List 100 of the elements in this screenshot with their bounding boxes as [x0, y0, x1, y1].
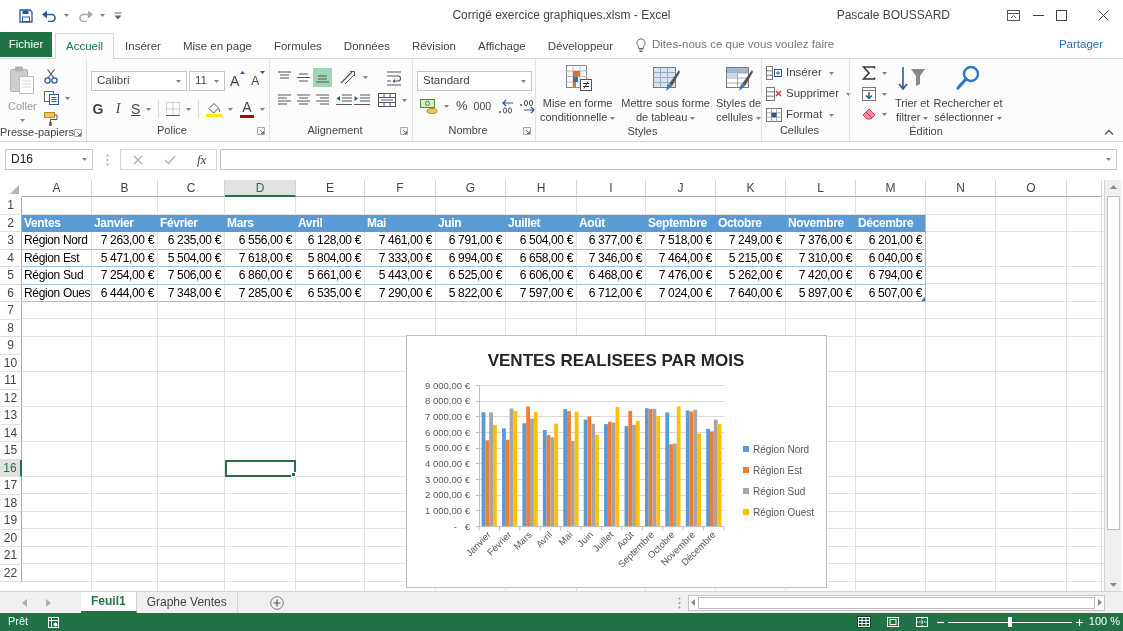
column-header[interactable]: L — [786, 180, 856, 197]
zoom-in-icon[interactable] — [1075, 618, 1083, 626]
collapse-ribbon-icon[interactable] — [1104, 129, 1114, 135]
font-color-button[interactable]: A — [240, 100, 254, 118]
font-name-field[interactable]: Calibri — [91, 71, 187, 91]
page-break-icon[interactable] — [914, 616, 929, 628]
ribbon-tab[interactable]: Mise en page — [171, 33, 263, 59]
launcher-icon[interactable] — [257, 127, 265, 135]
increase-indent-icon[interactable] — [353, 93, 371, 107]
row-header[interactable]: 15 — [0, 442, 22, 460]
caret-icon[interactable] — [186, 107, 192, 111]
merge-icon[interactable] — [378, 93, 396, 107]
name-box[interactable]: D16 — [5, 149, 93, 170]
column-header[interactable]: G — [436, 180, 506, 197]
column-header[interactable]: E — [296, 180, 365, 197]
borders-icon[interactable] — [166, 102, 181, 116]
ribbon-tab[interactable]: Affichage — [467, 33, 537, 59]
fill-down-icon[interactable] — [862, 87, 876, 101]
orientation-icon[interactable] — [339, 70, 357, 85]
column-header[interactable]: M — [856, 180, 926, 197]
wrap-text-icon[interactable] — [386, 69, 402, 86]
caret-icon[interactable] — [259, 107, 265, 111]
number-format-field[interactable]: Standard — [417, 71, 532, 91]
share-button[interactable]: Partager — [1058, 32, 1103, 57]
ribbon-tab[interactable]: Données — [332, 33, 401, 59]
customize-icon[interactable] — [114, 11, 122, 20]
grow-font-button[interactable]: A — [230, 71, 246, 91]
cut-icon[interactable] — [43, 69, 58, 84]
launcher-icon[interactable] — [74, 128, 82, 137]
column-header[interactable]: F — [365, 180, 436, 197]
add-sheet-icon[interactable] — [269, 595, 284, 610]
ribbon-tab[interactable]: Révision — [400, 33, 467, 59]
find-select-button[interactable]: Rechercher et sélectionner — [931, 61, 1005, 124]
accounting-icon[interactable] — [420, 98, 438, 114]
column-header[interactable]: I — [577, 180, 646, 197]
column-header[interactable]: N — [926, 180, 996, 197]
scroll-thumb[interactable] — [698, 596, 1095, 609]
sort-filter-button[interactable]: Trier et filtrer — [893, 61, 932, 124]
close-icon[interactable] — [1098, 10, 1109, 21]
tell-me-field[interactable]: Dites-nous ce que vous voulez faire — [652, 37, 867, 52]
delete-cells-button[interactable]: Supprimer — [766, 86, 849, 102]
caret-icon[interactable] — [1106, 158, 1111, 161]
shrink-font-button[interactable]: A — [251, 71, 266, 91]
up-arrow-icon[interactable] — [1109, 185, 1117, 189]
caret-icon[interactable] — [64, 96, 70, 100]
row-header[interactable]: 5 — [0, 267, 22, 285]
undo-icon[interactable] — [42, 9, 57, 22]
underline-button[interactable]: S — [131, 99, 141, 119]
row-header[interactable]: 19 — [0, 512, 22, 530]
row-header[interactable]: 3 — [0, 232, 22, 250]
vertical-scrollbar[interactable] — [1104, 180, 1121, 591]
right-arrow-icon[interactable] — [1098, 599, 1102, 606]
redo-icon[interactable] — [78, 9, 93, 22]
column-header[interactable]: H — [506, 180, 577, 197]
cell-cursor[interactable] — [225, 459, 296, 477]
align-left-icon[interactable] — [275, 93, 294, 107]
column-header[interactable]: O — [996, 180, 1067, 197]
brush-icon[interactable] — [43, 112, 58, 126]
fill-color-icon[interactable] — [206, 101, 223, 117]
column-header[interactable]: J — [646, 180, 716, 197]
normal-view-icon[interactable] — [856, 616, 871, 628]
ribbon-tab[interactable]: Formules — [262, 33, 333, 59]
scroll-thumb[interactable] — [1106, 196, 1120, 530]
caret-icon[interactable] — [363, 76, 368, 79]
caret-icon[interactable] — [444, 104, 449, 108]
insert-function-button[interactable]: fx — [197, 151, 207, 168]
font-size-field[interactable]: 11 — [189, 71, 225, 91]
column-header[interactable] — [1067, 180, 1102, 197]
sum-icon[interactable] — [862, 66, 876, 80]
column-header[interactable]: D — [225, 180, 296, 197]
align-center-icon[interactable] — [294, 93, 313, 107]
horizontal-scrollbar[interactable] — [688, 594, 1105, 611]
format-table-button[interactable]: Mettre sous forme de tableau — [619, 61, 712, 124]
caret-icon[interactable] — [402, 98, 407, 102]
italic-button[interactable]: I — [111, 99, 125, 119]
ribbon-display-icon[interactable] — [1007, 10, 1020, 21]
cell-styles-button[interactable]: Styles de cellules — [713, 61, 764, 124]
macro-record-icon[interactable] — [48, 616, 60, 628]
thousands-button[interactable]: 000 — [473, 99, 492, 113]
launcher-icon[interactable] — [400, 127, 408, 135]
row-header[interactable]: 9 — [0, 337, 22, 355]
row-header[interactable]: 13 — [0, 407, 22, 425]
decrease-indent-icon[interactable] — [335, 93, 353, 107]
copy-icon[interactable] — [43, 91, 59, 105]
row-header[interactable]: 17 — [0, 477, 22, 495]
caret-icon[interactable] — [100, 14, 105, 17]
row-header[interactable]: 11 — [0, 372, 22, 390]
column-header[interactable]: K — [716, 180, 786, 197]
caret-icon[interactable] — [882, 71, 887, 75]
conditional-format-button[interactable]: Mise en forme conditionnelle — [538, 61, 618, 124]
insert-cells-button[interactable]: Insérer — [766, 65, 849, 81]
column-header[interactable]: B — [92, 180, 158, 197]
caret-icon[interactable] — [882, 112, 887, 116]
ribbon-tab[interactable]: Développeur — [536, 33, 624, 59]
zoom-thumb[interactable] — [1007, 617, 1012, 627]
bold-button[interactable]: G — [91, 99, 105, 119]
column-header[interactable]: C — [158, 180, 225, 197]
caret-icon[interactable] — [228, 107, 234, 111]
down-arrow-icon[interactable] — [1109, 583, 1117, 587]
column-header[interactable]: A — [22, 180, 92, 197]
